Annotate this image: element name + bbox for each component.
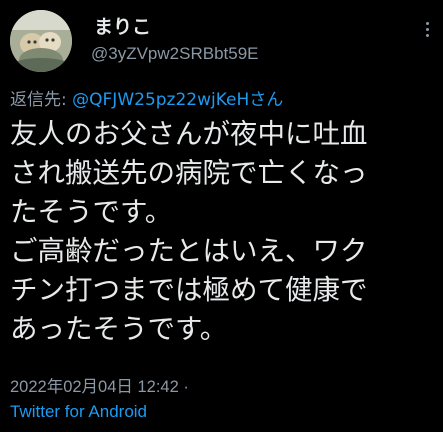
more-dot <box>426 28 429 31</box>
tweet-text-line: たそうです。 <box>10 196 173 228</box>
tweet-text-line: 友人のお父さんが夜中に吐血 <box>10 118 368 150</box>
tweet: まりこ @3yZVpw2SRBbt59E 返信先: @QFJW25pz22wjK… <box>0 0 443 432</box>
tweet-text-line: あったそうです。 <box>10 313 228 345</box>
more-dot <box>426 22 429 25</box>
avatar-image <box>10 10 72 72</box>
tweet-text-line: チン打つまでは極めて健康で <box>10 274 368 306</box>
tweet-text: 友人のお父さんが夜中に吐血 され搬送先の病院で亡くなっ たそうです。 ご高齢だっ… <box>10 115 440 349</box>
tweet-text-line: され搬送先の病院で亡くなっ <box>10 157 368 189</box>
avatar[interactable] <box>10 10 72 72</box>
user-handle[interactable]: @3yZVpw2SRBbt59E <box>91 44 259 64</box>
reply-to: 返信先: @QFJW25pz22wjKeHさん <box>10 85 283 110</box>
more-vertical-icon[interactable] <box>426 22 429 37</box>
reply-mention-link[interactable]: @QFJW25pz22wjKeHさん <box>72 90 283 110</box>
tweet-header: まりこ @3yZVpw2SRBbt59E <box>10 10 433 74</box>
more-dot <box>426 34 429 37</box>
tweet-source-link[interactable]: Twitter for Android <box>10 402 147 422</box>
display-name[interactable]: まりこ <box>94 12 151 39</box>
reply-to-label: 返信先: <box>10 90 73 110</box>
tweet-timestamp[interactable]: 2022年02月04日 12:42 · <box>10 373 189 397</box>
tweet-text-line: ご高齢だったとはいえ、ワク <box>10 235 368 267</box>
